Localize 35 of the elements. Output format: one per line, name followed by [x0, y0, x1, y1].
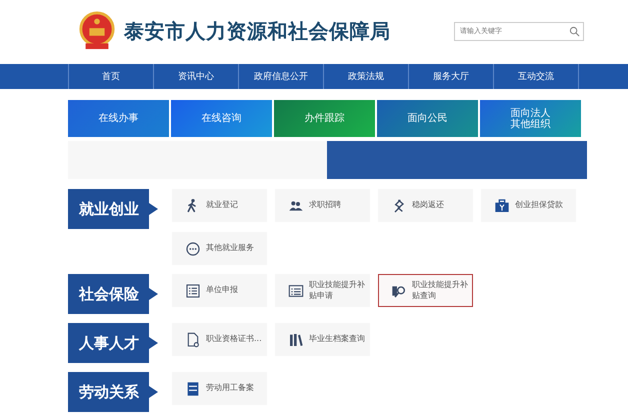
service-tile[interactable]: 面向公民: [377, 100, 478, 137]
emblem-icon: [78, 11, 116, 51]
service-tile[interactable]: 面向法人其他组织: [480, 100, 581, 137]
service-tile[interactable]: 办件跟踪: [274, 100, 375, 137]
nav-link[interactable]: 政策法规: [323, 64, 408, 89]
service-item[interactable]: 职业技能提升补贴查询: [378, 274, 473, 307]
service-item[interactable]: 创业担保贷款: [481, 189, 576, 222]
service-item[interactable]: 职业技能提升补贴申请: [275, 274, 370, 307]
service-item[interactable]: 就业登记: [172, 189, 267, 222]
service-item[interactable]: 劳动用工备案: [172, 372, 267, 405]
nav-link[interactable]: 互动交流: [493, 64, 579, 89]
category-label: 就业创业: [68, 189, 158, 229]
service-item[interactable]: 其他就业服务: [172, 232, 267, 265]
cabinet-icon: [185, 380, 201, 396]
nav-link[interactable]: 首页: [68, 64, 153, 89]
category-label: 社会保险: [68, 274, 158, 314]
service-item[interactable]: 求职招聘: [275, 189, 370, 222]
books-icon: [288, 332, 304, 348]
list-icon: [288, 282, 304, 298]
service-item[interactable]: 毕业生档案查询: [275, 323, 370, 356]
service-item[interactable]: 单位申报: [172, 274, 267, 307]
document-icon: [185, 332, 201, 348]
service-item[interactable]: 稳岗返还: [378, 189, 473, 222]
site-title: 泰安市人力资源和社会保障局: [124, 18, 392, 44]
more-dots-icon: [185, 240, 201, 256]
category-label: 人事人才: [68, 323, 158, 363]
nav-link[interactable]: 资讯中心: [153, 64, 238, 89]
nav-link[interactable]: 政府信息公开: [238, 64, 323, 89]
service-item[interactable]: 职业资格证书...: [172, 323, 267, 356]
category-label: 劳动关系: [68, 372, 158, 412]
briefcase-icon: [494, 198, 510, 214]
service-tile[interactable]: 在线办事: [68, 100, 169, 137]
service-tile[interactable]: 在线咨询: [171, 100, 272, 137]
list-icon: [185, 282, 201, 298]
nav-link[interactable]: 服务大厅: [408, 64, 493, 89]
